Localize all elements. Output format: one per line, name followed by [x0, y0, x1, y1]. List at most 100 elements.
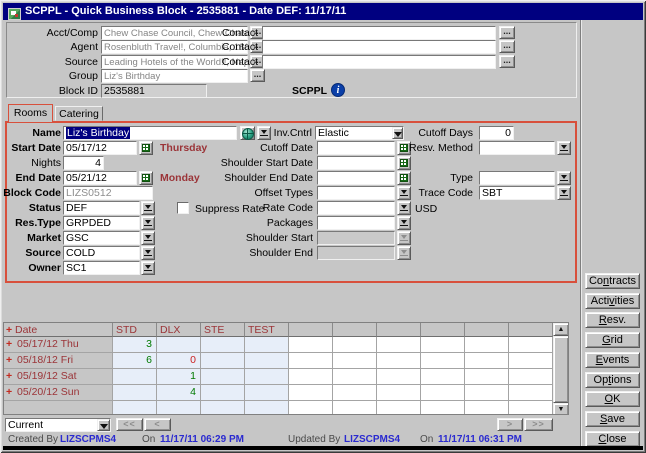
action-button-ok[interactable]: OK	[585, 391, 640, 407]
grid-cell[interactable]	[509, 337, 553, 353]
grid-cell[interactable]	[333, 337, 377, 353]
contact-field-2[interactable]	[262, 55, 496, 69]
cutoff-date-field[interactable]	[317, 141, 395, 155]
first-page-button[interactable]: <<	[116, 418, 143, 431]
packages-field[interactable]	[317, 216, 395, 230]
resv-method-field[interactable]	[479, 141, 555, 155]
grid-cell[interactable]	[421, 401, 465, 415]
next-page-button[interactable]: >	[497, 418, 523, 431]
offset-types-field[interactable]	[317, 186, 395, 200]
grid-cell[interactable]	[113, 369, 157, 385]
res-type-dropdown-button[interactable]	[141, 216, 155, 230]
cutoff-days-field[interactable]: 0	[479, 126, 514, 140]
grid-cell[interactable]	[201, 369, 245, 385]
scroll-up-icon[interactable]: ▲	[553, 323, 569, 336]
grid-cell[interactable]: 1	[157, 369, 201, 385]
grid-cell[interactable]	[421, 353, 465, 369]
grid-cell[interactable]	[421, 385, 465, 401]
grid-cell[interactable]	[509, 369, 553, 385]
grid-cell[interactable]	[245, 385, 289, 401]
action-button-resv[interactable]: Resv.	[585, 312, 640, 328]
grid-cell[interactable]	[377, 385, 421, 401]
grid-cell[interactable]	[333, 385, 377, 401]
grid-view-combo-arrow-icon[interactable]	[97, 419, 110, 431]
grid-cell[interactable]	[421, 337, 465, 353]
grid-date-cell[interactable]: 05/18/12 Fri	[15, 353, 113, 369]
start-date-field[interactable]: 05/17/12	[63, 141, 137, 155]
grid-cell[interactable]	[465, 385, 509, 401]
action-button-grid[interactable]: Grid	[585, 332, 640, 348]
grid-cell[interactable]	[113, 401, 157, 415]
grid-cell[interactable]	[377, 369, 421, 385]
res-type-field[interactable]: GRPDED	[63, 216, 140, 230]
grid-cell[interactable]	[377, 337, 421, 353]
grid-cell[interactable]: 6	[113, 353, 157, 369]
block-code-field[interactable]: LIZS0512	[63, 186, 153, 200]
lov-ellipsis-button[interactable]: ...	[250, 69, 265, 82]
action-button-contracts[interactable]: Contracts	[585, 273, 640, 289]
grid-cell[interactable]: 4	[157, 385, 201, 401]
grid-cell[interactable]	[113, 385, 157, 401]
grid-cell[interactable]	[201, 337, 245, 353]
trace-code-dropdown-button[interactable]	[557, 186, 571, 200]
grid-cell[interactable]	[289, 369, 333, 385]
info-icon[interactable]: i	[331, 83, 345, 97]
grid-view-combo[interactable]: Current	[5, 418, 111, 432]
grid-cell[interactable]	[465, 369, 509, 385]
suppress-rate-checkbox[interactable]	[177, 202, 189, 214]
contact-field-0[interactable]	[262, 26, 496, 40]
action-button-close[interactable]: Close	[585, 431, 640, 447]
grid-cell[interactable]	[465, 353, 509, 369]
owner-field[interactable]: SC1	[63, 261, 140, 275]
source-field[interactable]: COLD	[63, 246, 140, 260]
lov-ellipsis-button[interactable]: ...	[499, 40, 515, 53]
grid-cell[interactable]	[509, 385, 553, 401]
grid-date-cell[interactable]: 05/20/12 Sun	[15, 385, 113, 401]
rate-code-dropdown-button[interactable]	[397, 201, 411, 215]
grid-cell[interactable]	[465, 337, 509, 353]
inv-cntrl-combo[interactable]: Elastic	[315, 126, 404, 140]
grid-cell[interactable]: 3	[113, 337, 157, 353]
tab-rooms[interactable]: Rooms	[8, 104, 53, 122]
grid-cell[interactable]	[289, 337, 333, 353]
lov-ellipsis-button[interactable]: ...	[499, 55, 515, 68]
shoulder-start-date-calendar-button[interactable]	[397, 156, 411, 170]
grid-cell[interactable]	[201, 385, 245, 401]
grid-cell[interactable]	[157, 337, 201, 353]
type-dropdown-button[interactable]	[557, 171, 571, 185]
action-button-events[interactable]: Events	[585, 352, 640, 368]
lov-ellipsis-button[interactable]: ...	[499, 26, 515, 39]
header-field-3[interactable]: Liz's Birthday	[101, 69, 248, 83]
shoulder-start-date-field[interactable]	[317, 156, 395, 170]
market-field[interactable]: GSC	[63, 231, 140, 245]
action-button-activities[interactable]: Activities	[585, 293, 640, 309]
shoulder-end-date-field[interactable]	[317, 171, 395, 185]
grid-cell[interactable]	[509, 401, 553, 415]
prev-page-button[interactable]: <	[144, 418, 171, 431]
scroll-down-icon[interactable]: ▼	[553, 403, 569, 415]
last-page-button[interactable]: >>	[524, 418, 553, 431]
market-dropdown-button[interactable]	[141, 231, 155, 245]
contact-field-1[interactable]	[262, 40, 496, 54]
grid-cell[interactable]	[245, 401, 289, 415]
scrollbar-thumb[interactable]	[553, 336, 569, 403]
grid-cell[interactable]	[289, 353, 333, 369]
name-field[interactable]: Liz's Birthday	[63, 126, 237, 140]
grid-cell[interactable]	[245, 337, 289, 353]
grid-cell[interactable]	[245, 369, 289, 385]
status-field[interactable]: DEF	[63, 201, 140, 215]
grid-cell[interactable]	[333, 401, 377, 415]
status-dropdown-button[interactable]	[141, 201, 155, 215]
grid-cell[interactable]	[201, 401, 245, 415]
globe-button[interactable]	[240, 126, 255, 140]
grid-cell[interactable]	[289, 385, 333, 401]
grid-date-cell[interactable]	[15, 401, 113, 415]
block-id-field[interactable]: 2535881	[101, 84, 207, 98]
start-date-calendar-button[interactable]	[139, 141, 153, 155]
packages-dropdown-button[interactable]	[397, 216, 411, 230]
grid-cell[interactable]	[509, 353, 553, 369]
grid-cell[interactable]	[289, 401, 333, 415]
trace-code-field[interactable]: SBT	[479, 186, 555, 200]
grid-cell[interactable]	[201, 353, 245, 369]
owner-dropdown-button[interactable]	[141, 261, 155, 275]
